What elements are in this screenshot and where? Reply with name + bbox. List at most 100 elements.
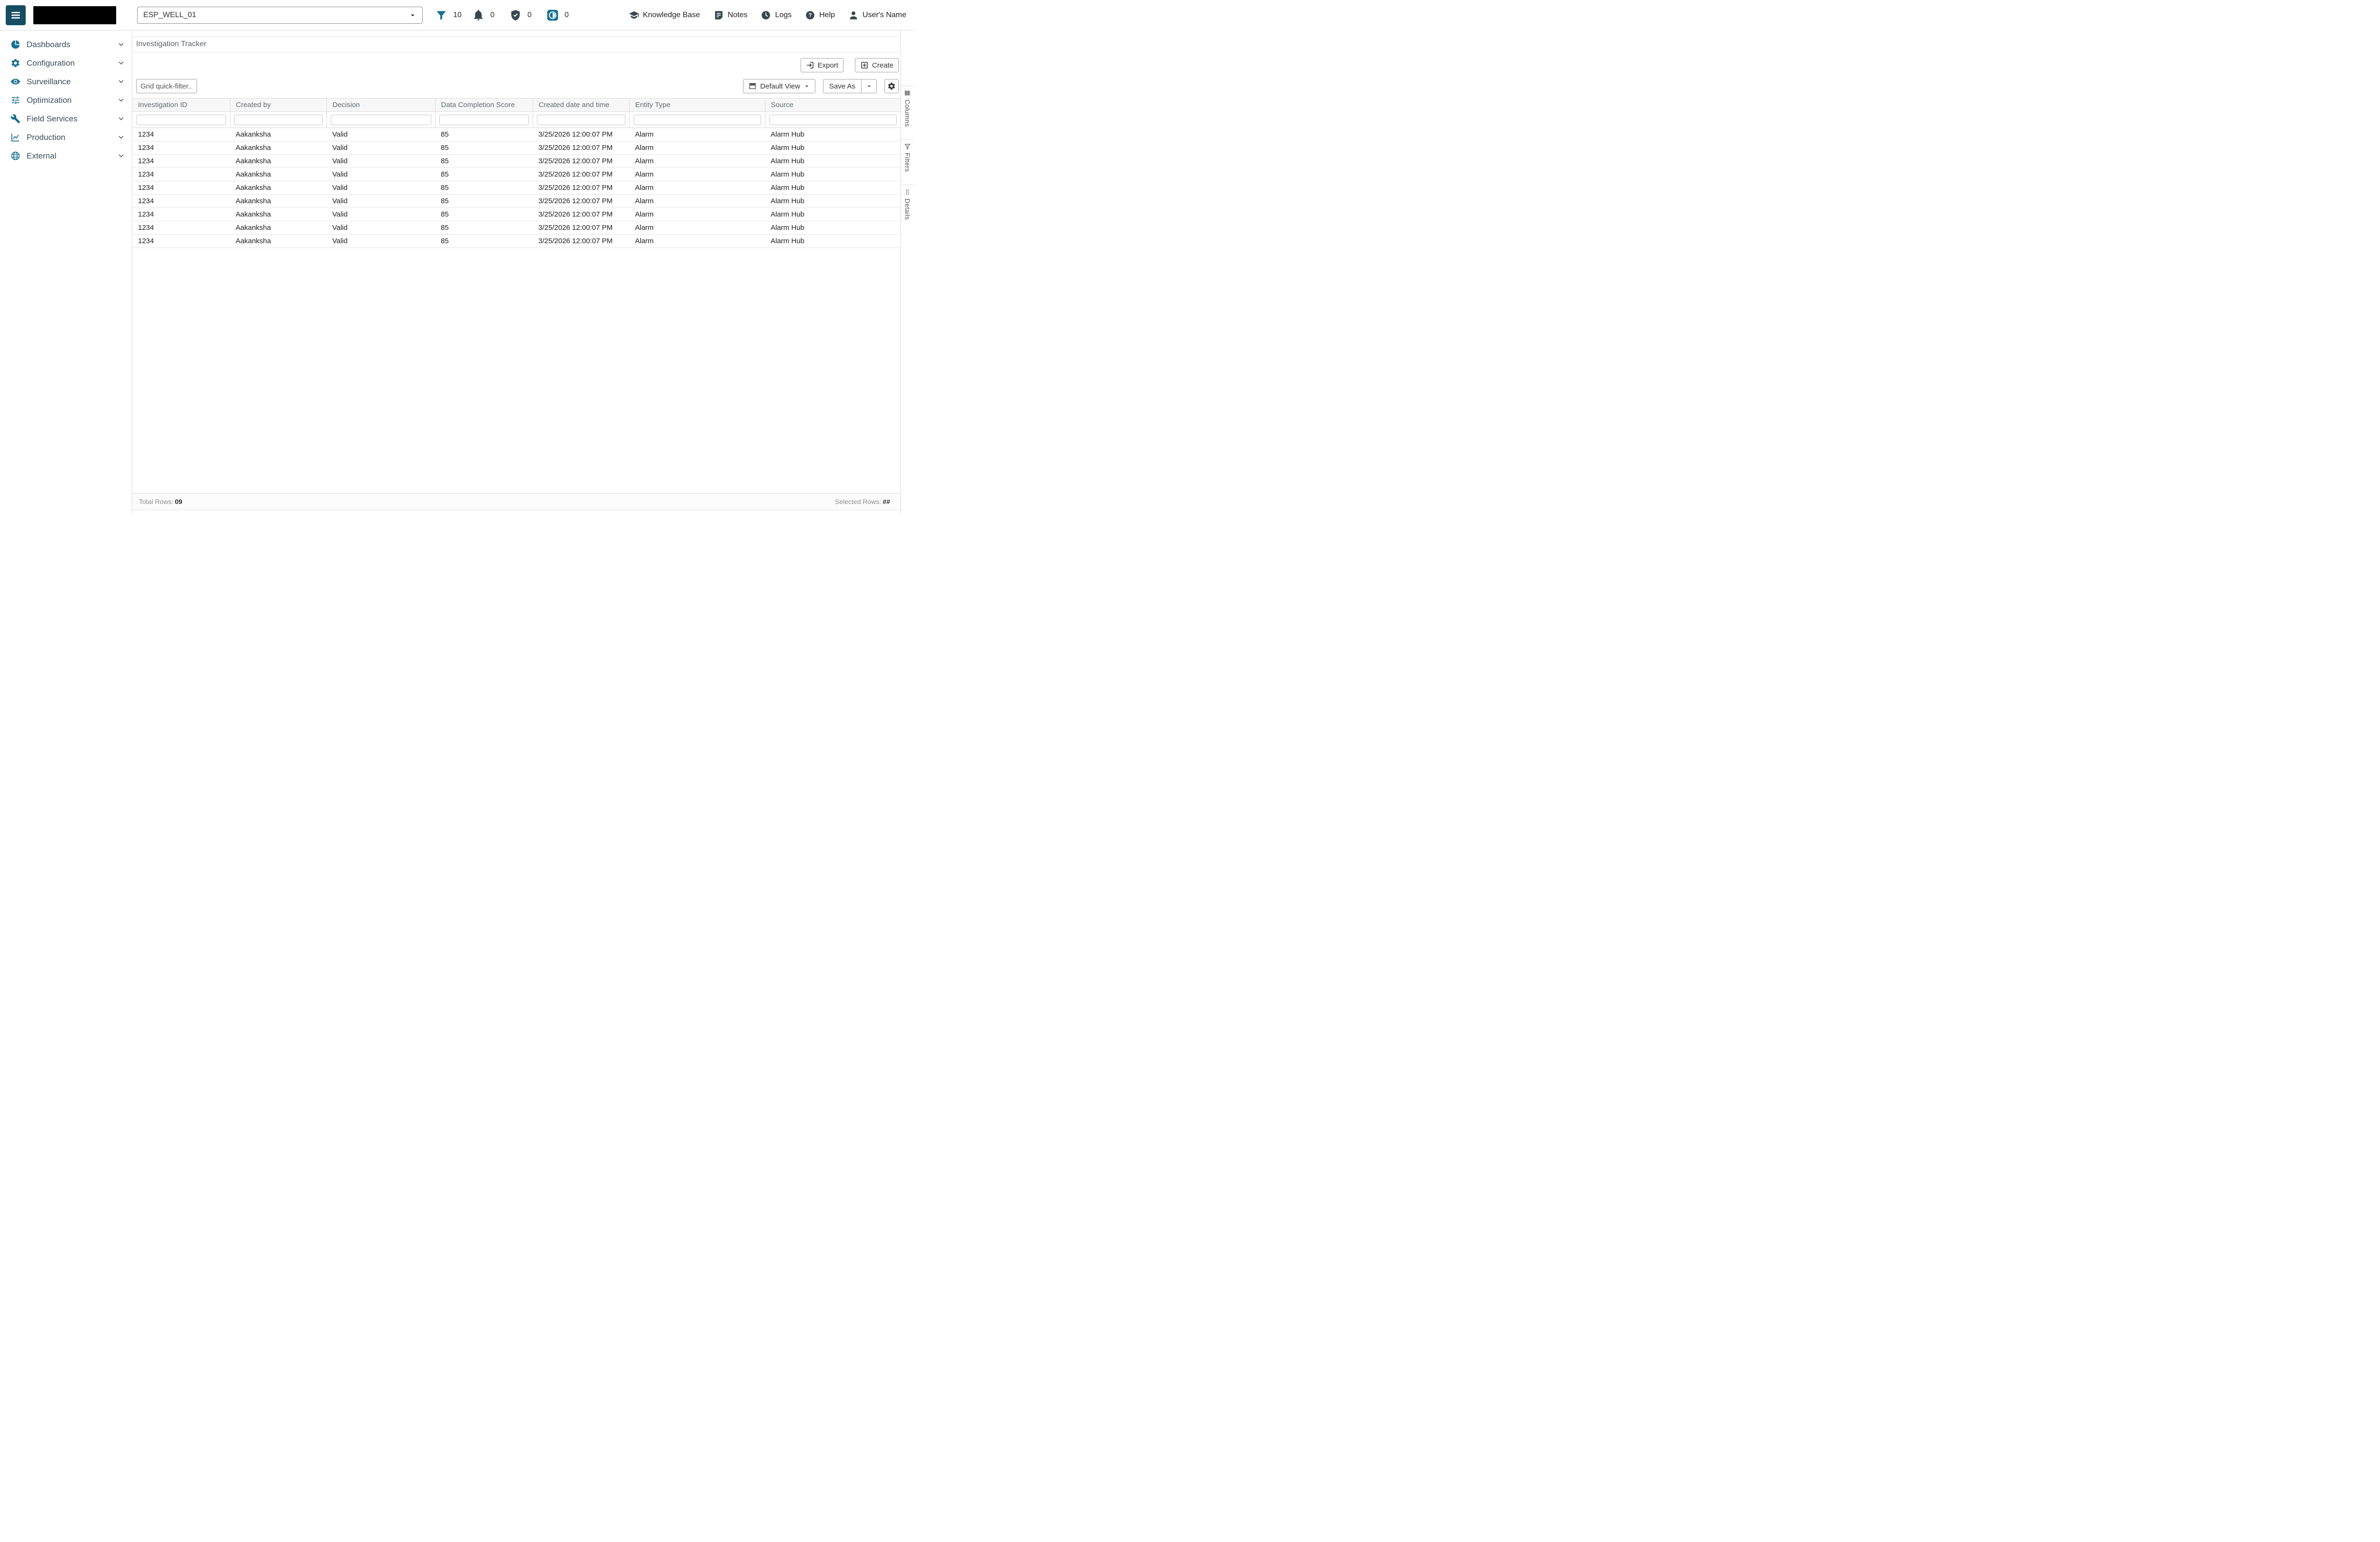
- column-filter-input[interactable]: [330, 114, 431, 125]
- table-cell: Alarm: [629, 181, 765, 195]
- filter-icon: [435, 9, 447, 21]
- column-header[interactable]: Investigation ID: [132, 98, 230, 112]
- side-tabs: Columns Filters Details: [901, 30, 914, 514]
- notes-link[interactable]: Notes: [714, 10, 747, 20]
- chevron-down-icon: [117, 133, 125, 141]
- user-link[interactable]: User's Name: [848, 10, 906, 20]
- sidebar-item-configuration[interactable]: Configuration: [0, 54, 132, 72]
- user-label: User's Name: [863, 10, 906, 19]
- table-cell: 85: [435, 141, 533, 155]
- table-row[interactable]: 1234 Aakanksha Valid 85 3/25/2026 12:00:07 P…: [132, 141, 901, 155]
- table-filter-row: [132, 111, 901, 128]
- alarms-counter[interactable]: 0: [472, 9, 499, 21]
- sidebar-item-dashboards[interactable]: Dashboards: [0, 35, 132, 54]
- table-cell: Alarm: [629, 221, 765, 235]
- knowledge-base-link[interactable]: Knowledge Base: [629, 10, 700, 20]
- notes-icon: [714, 10, 724, 20]
- topbar: ESP_WELL_01 10 0 0 0 Knowledge Base Notes Log…: [0, 0, 914, 30]
- sidebar-item-label: External: [27, 151, 57, 160]
- filter-cell: [533, 111, 630, 128]
- filters-counter[interactable]: 10: [435, 9, 462, 21]
- table-row[interactable]: 1234 Aakanksha Valid 85 3/25/2026 12:00:07 P…: [132, 221, 901, 235]
- help-icon: ?: [805, 10, 815, 20]
- topbar-links: Knowledge Base Notes Logs ? Help User's Name: [629, 10, 906, 20]
- sidebar-nav: Dashboards Configuration Surveillance Optim…: [0, 35, 132, 165]
- column-filter-input[interactable]: [633, 114, 761, 125]
- export-button[interactable]: Export: [800, 58, 843, 72]
- side-tab-label: Filters: [903, 153, 912, 172]
- table-cell: Aakanksha: [230, 194, 327, 208]
- table-cell: Valid: [327, 128, 435, 141]
- sidebar-item-label: Optimization: [27, 95, 72, 105]
- table-cell: Alarm Hub: [765, 208, 901, 221]
- column-filter-input[interactable]: [769, 114, 897, 125]
- column-header[interactable]: Data Completion Score: [435, 98, 533, 112]
- column-header[interactable]: Created by: [230, 98, 327, 112]
- table-cell: 85: [435, 208, 533, 221]
- svg-text:?: ?: [808, 12, 812, 19]
- column-filter-input[interactable]: [439, 114, 529, 125]
- sidebar-item-label: Field Services: [27, 114, 78, 123]
- table-cell: Alarm Hub: [765, 154, 901, 168]
- table-cell: 85: [435, 194, 533, 208]
- events-count: 0: [565, 10, 569, 19]
- chevron-down-icon: [117, 78, 125, 86]
- sidebar-item-surveillance[interactable]: Surveillance: [0, 72, 132, 91]
- sidebar-item-production[interactable]: Production: [0, 128, 132, 147]
- sidebar-item-field-services[interactable]: Field Services: [0, 109, 132, 128]
- table-row[interactable]: 1234 Aakanksha Valid 85 3/25/2026 12:00:07 P…: [132, 194, 901, 208]
- column-filter-input[interactable]: [536, 114, 625, 125]
- details-icon: [904, 188, 911, 196]
- side-tab-filters[interactable]: Filters: [901, 139, 914, 174]
- sidebar-item-external[interactable]: External: [0, 147, 132, 165]
- column-header[interactable]: Created date and time: [533, 98, 630, 112]
- well-selector[interactable]: ESP_WELL_01: [137, 6, 423, 24]
- events-counter[interactable]: 0: [546, 9, 573, 21]
- side-tab-details[interactable]: Details: [901, 184, 914, 222]
- table-cell: Aakanksha: [230, 154, 327, 168]
- column-header[interactable]: Source: [765, 98, 901, 112]
- table-row[interactable]: 1234 Aakanksha Valid 85 3/25/2026 12:00:07 P…: [132, 181, 901, 195]
- create-button[interactable]: Create: [854, 58, 899, 72]
- grid-area: Investigation ID Created by Decision Data C…: [132, 98, 901, 493]
- validations-counter[interactable]: 0: [509, 9, 536, 21]
- column-filter-input[interactable]: [234, 114, 323, 125]
- table-cell: 3/25/2026 12:00:07 PM: [533, 194, 629, 208]
- side-tab-label: Details: [903, 198, 912, 220]
- sidebar-item-optimization[interactable]: Optimization: [0, 91, 132, 109]
- help-link[interactable]: ? Help: [805, 10, 835, 20]
- grid-settings-button[interactable]: [884, 79, 899, 93]
- table-cell: 1234: [132, 221, 230, 235]
- caret-down-icon: [866, 83, 873, 89]
- table-row[interactable]: 1234 Aakanksha Valid 85 3/25/2026 12:00:07 P…: [132, 234, 901, 248]
- view-selector-button[interactable]: Default View: [743, 79, 815, 93]
- table-cell: Valid: [327, 208, 435, 221]
- table-cell: 3/25/2026 12:00:07 PM: [533, 154, 629, 168]
- table-view-icon: [748, 82, 757, 90]
- menu-button[interactable]: [6, 5, 26, 25]
- well-selector-value: ESP_WELL_01: [143, 10, 197, 19]
- topbar-counters: 10 0 0 0: [425, 9, 573, 21]
- filter-cell: [230, 111, 327, 128]
- save-as-menu-button[interactable]: [861, 79, 876, 93]
- logs-link[interactable]: Logs: [761, 10, 792, 20]
- side-tab-columns[interactable]: Columns: [901, 86, 914, 128]
- table-row[interactable]: 1234 Aakanksha Valid 85 3/25/2026 12:00:07 P…: [132, 168, 901, 181]
- column-header[interactable]: Decision: [327, 98, 436, 112]
- table-cell: 85: [435, 168, 533, 181]
- globe-icon: [10, 151, 20, 161]
- column-header[interactable]: Entity Type: [629, 98, 765, 112]
- sidebar-item-label: Dashboards: [27, 40, 70, 49]
- sliders-icon: [10, 95, 20, 105]
- knowledge-base-label: Knowledge Base: [643, 10, 700, 19]
- total-rows-value: 09: [175, 498, 182, 505]
- save-as-button[interactable]: Save As: [823, 79, 861, 93]
- grid-quick-filter-input[interactable]: [136, 79, 197, 93]
- column-filter-input[interactable]: [136, 114, 226, 125]
- table-cell: 3/25/2026 12:00:07 PM: [533, 168, 629, 181]
- grid-toolbar: Default View Save As: [132, 72, 901, 93]
- table-row[interactable]: 1234 Aakanksha Valid 85 3/25/2026 12:00:07 P…: [132, 128, 901, 141]
- table-cell: 3/25/2026 12:00:07 PM: [533, 128, 629, 141]
- table-row[interactable]: 1234 Aakanksha Valid 85 3/25/2026 12:00:07 P…: [132, 208, 901, 221]
- table-row[interactable]: 1234 Aakanksha Valid 85 3/25/2026 12:00:07 P…: [132, 154, 901, 168]
